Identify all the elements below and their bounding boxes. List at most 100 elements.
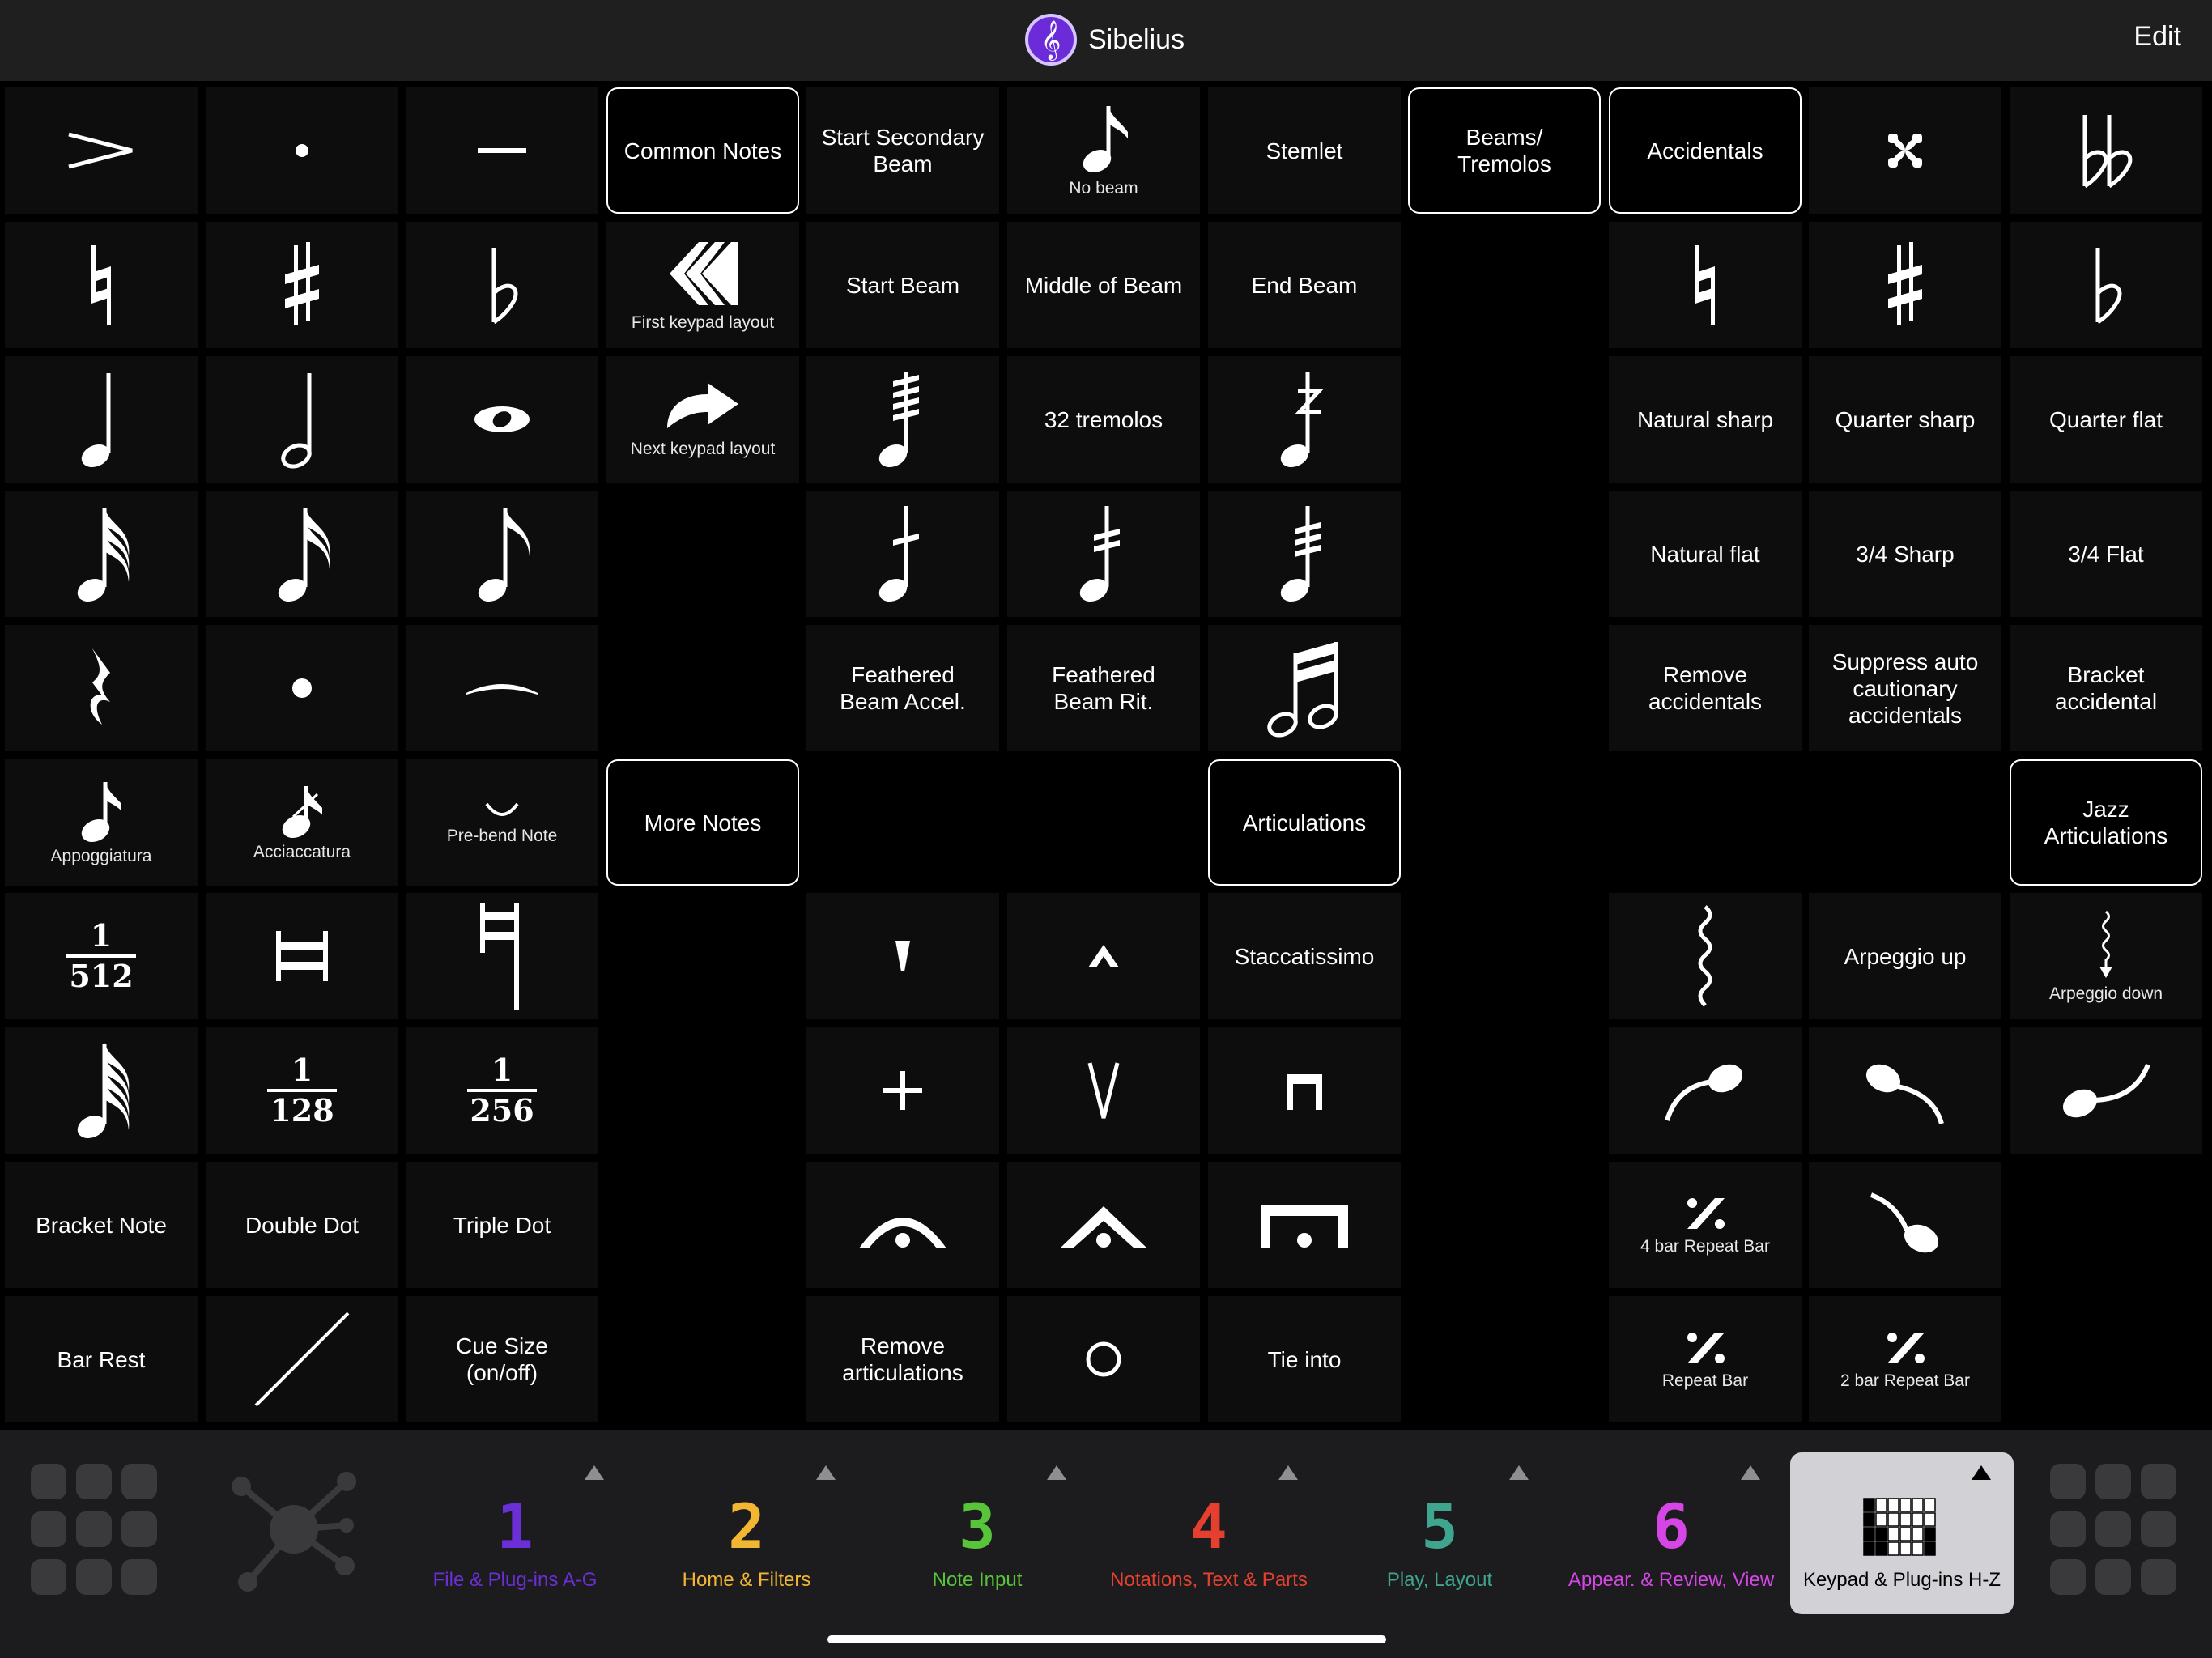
group-key-jazz-articulations[interactable]: Jazz Articulations (2010, 759, 2202, 886)
expand-triangle-icon[interactable] (1972, 1465, 1991, 1480)
key-repeat-bar[interactable]: Repeat Bar (1609, 1296, 1802, 1422)
key-feathered-beam-accel[interactable]: Feathered Beam Accel. (806, 625, 999, 751)
key-bracket-note[interactable]: Bracket Note (5, 1162, 198, 1288)
expand-triangle-icon[interactable] (816, 1465, 836, 1480)
key-suppress-auto-cautionary-accidentals[interactable]: Suppress auto cautionary accidentals (1809, 625, 2001, 751)
key-quarter-sharp[interactable]: Quarter sharp (1809, 356, 2001, 483)
group-key-common-notes[interactable]: Common Notes (606, 87, 799, 214)
key-note-z-tremolo[interactable] (1208, 356, 1401, 483)
key-no-beam[interactable]: No beam (1007, 87, 1200, 214)
tab-notations-text-parts[interactable]: 4 Notations, Text & Parts (1097, 1452, 1321, 1614)
key-down-bow[interactable] (1208, 1027, 1401, 1154)
key-flat[interactable] (406, 222, 598, 348)
key-double-sharp[interactable] (1809, 87, 2001, 214)
key-2-bar-repeat-bar[interactable]: 2 bar Repeat Bar (1809, 1296, 2001, 1422)
key-feathered-beam-rit[interactable]: Feathered Beam Rit. (1007, 625, 1200, 751)
key-longa[interactable] (406, 893, 598, 1019)
key-quarter-rest[interactable] (5, 625, 198, 751)
key-staccatissimo[interactable]: Staccatissimo (1208, 893, 1401, 1019)
key-arpeggio-down[interactable]: Arpeggio down (2010, 893, 2202, 1019)
expand-triangle-icon[interactable] (1509, 1465, 1529, 1480)
key-marcato[interactable] (1007, 893, 1200, 1019)
key-natural-sharp[interactable]: Natural sharp (1609, 356, 1802, 483)
key-stemlet[interactable]: Stemlet (1208, 87, 1401, 214)
key-natural-flat[interactable]: Natural flat (1609, 491, 1802, 617)
home-indicator[interactable] (827, 1635, 1386, 1643)
key-sharp[interactable] (1809, 222, 2001, 348)
key-scoop[interactable] (1609, 1027, 1802, 1154)
key-tie-into[interactable]: Tie into (1208, 1296, 1401, 1422)
tab-home-filters[interactable]: 2 Home & Filters (635, 1452, 858, 1614)
keypad-grid-icon[interactable] (31, 1464, 157, 1595)
key-appoggiatura[interactable]: Appoggiatura (5, 759, 198, 886)
key-whole-note[interactable] (406, 356, 598, 483)
group-key-articulations[interactable]: Articulations (1208, 759, 1401, 886)
key-start-beam[interactable]: Start Beam (806, 222, 999, 348)
key-32-tremolos[interactable]: 32 tremolos (1007, 356, 1200, 483)
key-half-note[interactable] (206, 356, 398, 483)
key-double-dot[interactable]: Double Dot (206, 1162, 398, 1288)
key-natural[interactable] (5, 222, 198, 348)
tab-appear-review-view[interactable]: 6 Appear. & Review, View (1559, 1452, 1783, 1614)
key-acciaccatura[interactable]: Acciaccatura (206, 759, 398, 886)
key-double-flat[interactable] (2010, 87, 2202, 214)
key-breve[interactable] (206, 893, 398, 1019)
key-triple-dot[interactable]: Triple Dot (406, 1162, 598, 1288)
key-remove-articulations[interactable]: Remove articulations (806, 1296, 999, 1422)
key-fraction[interactable]: 1 512 (5, 893, 198, 1019)
expand-triangle-icon[interactable] (585, 1465, 604, 1480)
keypad-grid-icon[interactable] (2050, 1464, 2176, 1595)
key-staccatissimo[interactable] (806, 893, 999, 1019)
key-natural[interactable] (1609, 222, 1802, 348)
key-dot[interactable] (206, 625, 398, 751)
key-end-beam[interactable]: End Beam (1208, 222, 1401, 348)
group-key-beams-tremolos[interactable]: Beams/ Tremolos (1408, 87, 1601, 214)
key-flat[interactable] (2010, 222, 2202, 348)
key-fraction[interactable]: 1 128 (206, 1027, 398, 1154)
key-start-secondary-beam[interactable]: Start Secondary Beam (806, 87, 999, 214)
key-remove-accidentals[interactable]: Remove accidentals (1609, 625, 1802, 751)
key-16th-note[interactable] (206, 491, 398, 617)
key-bracket-accidental[interactable]: Bracket accidental (2010, 625, 2202, 751)
key-fall[interactable] (1809, 1027, 2001, 1154)
key-3-4-flat[interactable]: 3/4 Flat (2010, 491, 2202, 617)
key-beamed-half-notes[interactable] (1208, 625, 1401, 751)
key-next-keypad-layout[interactable]: Next keypad layout (606, 356, 799, 483)
key-quarter-flat[interactable]: Quarter flat (2010, 356, 2202, 483)
key-bar-rest[interactable]: Bar Rest (5, 1296, 198, 1422)
key-fermata-square[interactable] (1208, 1162, 1401, 1288)
key-tie[interactable] (406, 625, 598, 751)
key-tenuto[interactable] (406, 87, 598, 214)
key-eighth-note-lg[interactable] (406, 491, 598, 617)
key-fraction[interactable]: 1 256 (406, 1027, 598, 1154)
key-slash[interactable] (206, 1296, 398, 1422)
expand-triangle-icon[interactable] (1278, 1465, 1298, 1480)
key-first-keypad-layout[interactable]: First keypad layout (606, 222, 799, 348)
tab-keypad-plug-ins-h-z[interactable]: Keypad & Plug-ins H-Z (1790, 1452, 2014, 1614)
key-64th-note[interactable] (5, 1027, 198, 1154)
key-note-2-tremolo[interactable] (1007, 491, 1200, 617)
key-arpeggio-up[interactable]: Arpeggio up (1809, 893, 2001, 1019)
key-note-3-tremolo[interactable] (1208, 491, 1401, 617)
key-pre-bend-note[interactable]: Pre-bend Note (406, 759, 598, 886)
key-staccato[interactable] (206, 87, 398, 214)
group-key-accidentals[interactable]: Accidentals (1609, 87, 1802, 214)
key-fermata[interactable] (806, 1162, 999, 1288)
key-note-1-tremolo[interactable] (806, 491, 999, 617)
key-middle-of-beam[interactable]: Middle of Beam (1007, 222, 1200, 348)
key-quarter-note[interactable] (5, 356, 198, 483)
key-fermata-triangle[interactable] (1007, 1162, 1200, 1288)
key-arpeggio[interactable] (1609, 893, 1802, 1019)
network-icon[interactable] (225, 1460, 363, 1598)
key-plus[interactable] (806, 1027, 999, 1154)
group-key-more-notes[interactable]: More Notes (606, 759, 799, 886)
expand-triangle-icon[interactable] (1047, 1465, 1066, 1480)
tab-file-plug-ins-a-g[interactable]: 1 File & Plug-ins A-G (403, 1452, 627, 1614)
edit-button[interactable]: Edit (2133, 21, 2181, 53)
key-sharp[interactable] (206, 222, 398, 348)
tab-play-layout[interactable]: 5 Play, Layout (1328, 1452, 1551, 1614)
key-note-4-tremolo[interactable] (806, 356, 999, 483)
key-up-bow[interactable] (1007, 1027, 1200, 1154)
expand-triangle-icon[interactable] (1741, 1465, 1760, 1480)
key-32nd-note[interactable] (5, 491, 198, 617)
